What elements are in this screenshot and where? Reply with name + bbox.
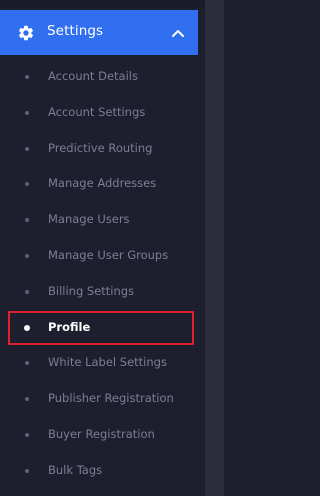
settings-label: Settings bbox=[47, 23, 104, 39]
sidebar-item-label: White Label Settings bbox=[48, 355, 167, 370]
bullet-icon bbox=[25, 433, 29, 437]
sidebar-item-account-details[interactable]: Account Details bbox=[0, 60, 205, 94]
sidebar-item-profile[interactable]: Profile bbox=[0, 310, 205, 345]
sidebar-item-label: Predictive Routing bbox=[48, 140, 153, 155]
sidebar-item-white-label-settings[interactable]: White Label Settings bbox=[0, 346, 205, 380]
sidebar-item-label: Account Settings bbox=[48, 104, 146, 119]
bullet-icon bbox=[25, 468, 29, 473]
active-item-highlight bbox=[8, 310, 194, 345]
bullet-icon bbox=[25, 182, 29, 187]
top-bar bbox=[0, 0, 205, 8]
sidebar-item-label: Manage Users bbox=[48, 212, 130, 227]
sidebar-item-buyer-registration[interactable]: Buyer Registration bbox=[0, 418, 205, 452]
bullet-icon bbox=[25, 75, 29, 79]
sidebar-item-billing-settings[interactable]: Billing Settings bbox=[0, 275, 205, 309]
bullet-icon bbox=[25, 289, 29, 294]
gear-icon bbox=[18, 25, 34, 41]
bullet-icon bbox=[25, 218, 29, 223]
sidebar-item-bulk-tags[interactable]: Bulk Tags bbox=[0, 454, 205, 488]
sidebar-item-publisher-registration[interactable]: Publisher Registration bbox=[0, 382, 205, 416]
sidebar-item-manage-user-groups[interactable]: Manage User Groups bbox=[0, 239, 205, 273]
sidebar-item-manage-addresses[interactable]: Manage Addresses bbox=[0, 167, 205, 201]
bullet-icon bbox=[25, 110, 29, 115]
bullet-icon bbox=[25, 254, 29, 258]
sidebar-item-label: Account Details bbox=[48, 69, 138, 83]
bullet-icon bbox=[25, 146, 29, 151]
scrollbar-track[interactable] bbox=[205, 0, 224, 496]
sidebar-item-label: Manage Addresses bbox=[48, 176, 157, 191]
sidebar-item-manage-users[interactable]: Manage Users bbox=[0, 203, 205, 237]
sidebar-item-predictive-routing[interactable]: Predictive Routing bbox=[0, 132, 205, 166]
sidebar-item-label: Publisher Registration bbox=[48, 391, 174, 406]
sidebar-item-account-settings[interactable]: Account Settings bbox=[0, 96, 205, 130]
bullet-icon bbox=[25, 397, 29, 402]
sidebar-item-label: Bulk Tags bbox=[48, 462, 103, 477]
chevron-up-icon[interactable] bbox=[170, 26, 186, 40]
settings-menu-header[interactable]: Settings bbox=[0, 10, 198, 55]
sidebar-item-label: Buyer Registration bbox=[48, 427, 155, 441]
bullet-icon bbox=[25, 361, 29, 366]
sidebar-item-label: Manage User Groups bbox=[48, 248, 169, 262]
sidebar-item-label: Billing Settings bbox=[48, 283, 135, 298]
